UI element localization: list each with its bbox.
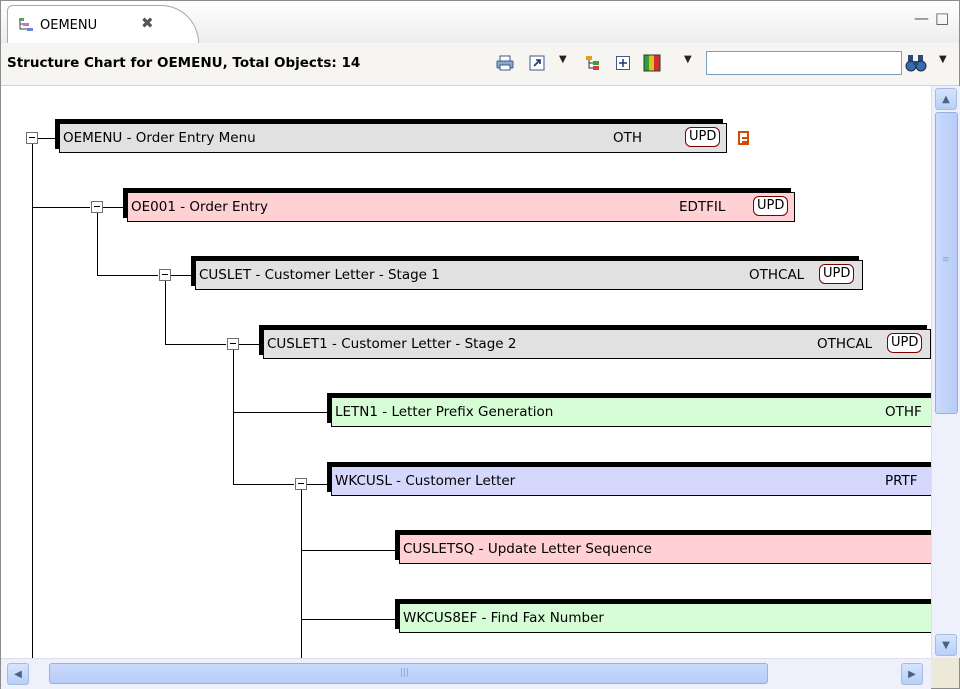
maximize-icon[interactable]: □: [935, 9, 949, 27]
vertical-scroll-thumb[interactable]: ≡: [935, 112, 958, 414]
structure-chart-icon: [19, 18, 33, 31]
node-name: WKCUS8EF - Find Fax Number: [403, 610, 604, 626]
tree-connector: [171, 275, 191, 276]
node-name: OE001 - Order Entry: [131, 199, 268, 215]
node-oe001[interactable]: OE001 - Order Entry EDTFIL UPD: [123, 188, 795, 222]
collapse-toggle-oe001[interactable]: [91, 201, 103, 213]
search-input[interactable]: [706, 51, 902, 75]
tree-connector: [37, 138, 55, 139]
export-icon[interactable]: [527, 53, 547, 73]
node-cusletsq[interactable]: CUSLETSQ - Update Letter Sequence: [395, 530, 931, 564]
color-dropdown-icon[interactable]: ▼: [684, 54, 692, 65]
node-name: WKCUSL - Customer Letter: [335, 473, 516, 489]
minimize-icon[interactable]: —: [914, 9, 929, 27]
node-type: PRTF: [885, 473, 918, 489]
collapse-toggle-oemenu[interactable]: [26, 132, 38, 144]
close-icon[interactable]: ✖: [141, 14, 154, 32]
tree-connector: [233, 350, 234, 484]
tree-connector: [301, 550, 395, 551]
node-name: CUSLET1 - Customer Letter - Stage 2: [267, 336, 517, 352]
tree-connector: [32, 207, 90, 208]
node-letn1[interactable]: LETN1 - Letter Prefix Generation OTHF: [327, 393, 931, 427]
node-cuslet1[interactable]: CUSLET1 - Customer Letter - Stage 2 OTHC…: [259, 325, 931, 359]
scroll-down-icon[interactable]: ▼: [935, 634, 957, 656]
node-wkcus8ef[interactable]: WKCUS8EF - Find Fax Number: [395, 599, 931, 633]
upd-badge: UPD: [753, 196, 789, 216]
tab-strip: OEMENU ✖ — □: [1, 1, 959, 44]
tree-connector: [233, 484, 294, 485]
node-type: OTH: [613, 130, 643, 146]
node-type: OTHCAL: [749, 267, 805, 283]
editor-window: OEMENU ✖ — □ Structure Chart for OEMENU,…: [0, 0, 960, 689]
horizontal-scroll-thumb[interactable]: |||: [49, 663, 768, 684]
tab-oemenu[interactable]: OEMENU ✖: [7, 5, 199, 43]
node-type: EDTFIL: [679, 199, 726, 215]
node-name: CUSLET - Customer Letter - Stage 1: [199, 267, 440, 283]
color-legend-icon[interactable]: [642, 53, 662, 73]
collapse-toggle-cuslet1[interactable]: [227, 338, 239, 350]
export-dropdown-icon[interactable]: ▼: [559, 54, 567, 65]
tree-connector: [165, 344, 226, 345]
scrollbar-corner: [931, 658, 959, 688]
structure-chart-canvas: OEMENU - Order Entry Menu OTH UPD OE001 …: [1, 86, 931, 658]
tree-connector: [239, 344, 259, 345]
node-oemenu[interactable]: OEMENU - Order Entry Menu OTH UPD: [55, 119, 727, 153]
collapse-toggle-cuslet[interactable]: [159, 269, 171, 281]
scroll-left-icon[interactable]: ◀: [7, 663, 29, 685]
expand-all-icon[interactable]: [613, 53, 633, 73]
tree-connector: [32, 143, 33, 658]
node-name: LETN1 - Letter Prefix Generation: [335, 404, 554, 420]
document-icon[interactable]: [738, 131, 749, 145]
upd-badge: UPD: [887, 333, 923, 353]
tree-connector: [301, 619, 395, 620]
vertical-scrollbar[interactable]: ▲ ≡ ▼: [931, 86, 960, 658]
tree-connector: [103, 207, 123, 208]
scroll-right-icon[interactable]: ▶: [901, 663, 923, 685]
node-name: CUSLETSQ - Update Letter Sequence: [403, 541, 652, 557]
hierarchy-icon[interactable]: [583, 53, 603, 73]
node-type: OTHF: [885, 404, 922, 420]
tab-label: OEMENU: [40, 18, 98, 33]
tree-connector: [233, 412, 327, 413]
node-wkcusl[interactable]: WKCUSL - Customer Letter PRTF: [327, 462, 931, 496]
upd-badge: UPD: [685, 127, 721, 147]
print-icon[interactable]: [495, 53, 515, 73]
find-dropdown-icon[interactable]: ▼: [939, 54, 947, 65]
tree-connector: [165, 281, 166, 344]
node-name: OEMENU - Order Entry Menu: [63, 130, 256, 146]
upd-badge: UPD: [819, 264, 855, 284]
tree-connector: [97, 275, 158, 276]
binoculars-icon[interactable]: [903, 53, 929, 73]
tree-connector: [307, 484, 327, 485]
horizontal-scrollbar[interactable]: ◀ ||| ▶: [1, 658, 931, 689]
node-cuslet[interactable]: CUSLET - Customer Letter - Stage 1 OTHCA…: [191, 256, 863, 290]
tree-connector: [301, 490, 302, 658]
chart-title: Structure Chart for OEMENU, Total Object…: [7, 55, 361, 71]
node-type: OTHCAL: [817, 336, 873, 352]
toolbar: Structure Chart for OEMENU, Total Object…: [1, 43, 959, 86]
collapse-toggle-wkcusl[interactable]: [295, 478, 307, 490]
tree-connector: [97, 213, 98, 275]
scroll-up-icon[interactable]: ▲: [935, 88, 957, 110]
